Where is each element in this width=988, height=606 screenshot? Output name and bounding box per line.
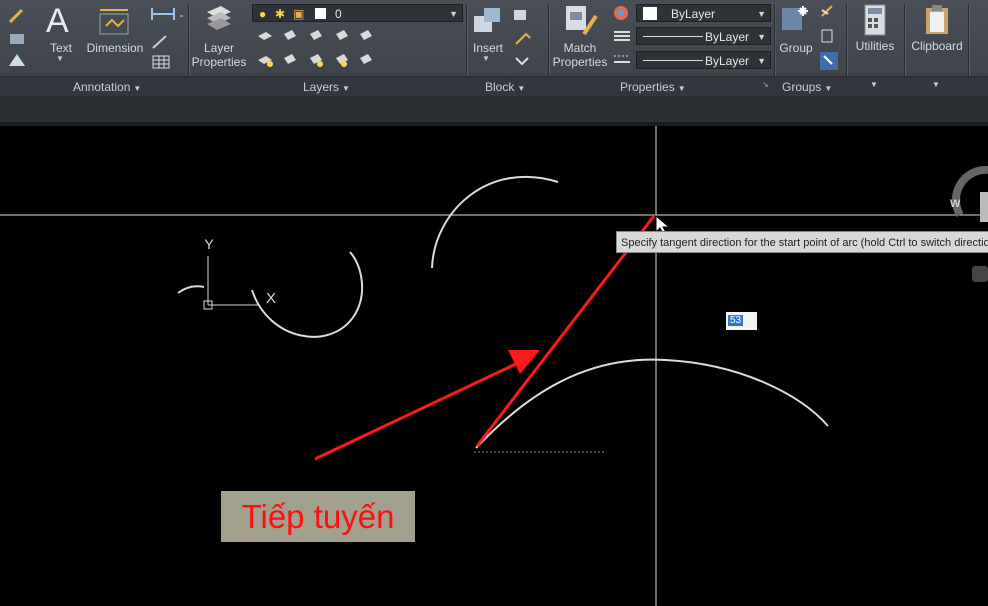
arc-small[interactable] xyxy=(177,285,205,294)
ucs-icon xyxy=(203,256,258,310)
command-tooltip: Specify tangent direction for the start … xyxy=(616,231,988,253)
pointer-arrow-line xyxy=(314,360,521,461)
arc-preview xyxy=(475,358,829,449)
drawing-geometry: Y X xyxy=(0,126,988,606)
ucs-y-label: Y xyxy=(204,236,214,252)
compass-west-label[interactable]: W xyxy=(950,198,960,210)
viewcube-menu-icon[interactable] xyxy=(972,266,988,282)
viewcube-face-icon[interactable] xyxy=(980,192,988,222)
dynamic-input-value[interactable]: 53 xyxy=(728,315,744,326)
ucs-x-label: X xyxy=(266,290,276,307)
annotation-caption: Tiếp tuyến xyxy=(221,491,415,542)
arc-upper[interactable] xyxy=(431,175,559,269)
dynamic-input-field[interactable]: 53 xyxy=(726,312,757,330)
